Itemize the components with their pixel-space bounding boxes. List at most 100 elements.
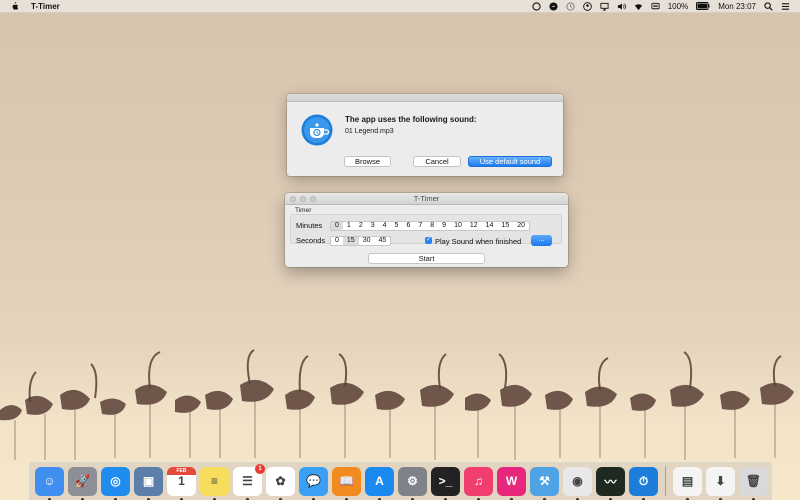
minutes-option-15[interactable]: 15: [497, 222, 513, 230]
minutes-option-14[interactable]: 14: [482, 222, 498, 230]
user-icon[interactable]: [582, 1, 592, 11]
notes-glyph: ≡: [210, 474, 218, 488]
teapot-timer-icon: [301, 114, 333, 146]
app-store-glyph: A: [375, 474, 384, 488]
start-button[interactable]: Start: [368, 253, 485, 264]
creative-cloud-icon[interactable]: [532, 1, 541, 11]
app-menu-name[interactable]: T-Timer: [31, 0, 60, 13]
use-default-sound-button[interactable]: Use default sound: [468, 156, 552, 167]
documents-stack-icon[interactable]: ▤: [673, 466, 702, 500]
window-titlebar[interactable]: T-Timer: [285, 193, 568, 205]
play-sound-label: Play Sound when finished: [435, 237, 522, 246]
choose-sound-button[interactable]: ...: [531, 235, 552, 246]
reminders-icon[interactable]: ☰ 1: [233, 463, 265, 500]
itunes-icon[interactable]: ♫: [464, 466, 493, 500]
photos-icon[interactable]: ✿: [266, 466, 295, 500]
play-sound-checkbox[interactable]: ✓: [425, 237, 432, 244]
window-controls: [290, 196, 316, 202]
calendar-glyph: 1: [178, 474, 185, 488]
zoom-icon[interactable]: [310, 196, 316, 202]
trash-icon[interactable]: 🗑: [739, 466, 768, 500]
status-area: 100% Mon 23:07: [532, 0, 790, 13]
menu-clock[interactable]: Mon 23:07: [718, 0, 756, 13]
minutes-option-5[interactable]: 5: [391, 222, 403, 230]
seconds-option-0[interactable]: 0: [331, 237, 343, 245]
notes-icon[interactable]: ≡: [200, 466, 229, 500]
window-title: T-Timer: [413, 194, 440, 203]
control-menu-icon[interactable]: [781, 2, 790, 11]
wifi-icon[interactable]: [634, 2, 643, 11]
t-timer-window: T-Timer Timer Minutes 0 1 2 3 4 5 6 7 8 9 10 12 14 15…: [285, 193, 568, 267]
chrome-glyph: ◉: [572, 474, 583, 488]
t-timer-icon[interactable]: ⏱: [629, 466, 658, 500]
launchpad-icon[interactable]: 🚀: [68, 466, 97, 500]
browse-button[interactable]: Browse: [344, 156, 391, 167]
minutes-option-4[interactable]: 4: [379, 222, 391, 230]
minutes-option-12[interactable]: 12: [466, 222, 482, 230]
minutes-option-9[interactable]: 9: [438, 222, 450, 230]
finder-glyph: ☺: [43, 474, 56, 488]
minutes-segmented-control[interactable]: 0 1 2 3 4 5 6 7 8 9 10 12 14 15 20: [330, 221, 531, 231]
dock: ☺ 🚀 ◎ ▣ 1 FEB ≡ ☰ 1 ✿ 💬 📖 A ⚙ >_ ♫ W ⚒ ◉ 〰 ⏱ ▤ ⬇ 🗑: [28, 461, 773, 500]
display-icon[interactable]: [651, 2, 660, 11]
seconds-option-30[interactable]: 30: [359, 237, 375, 245]
ibooks-glyph: 📖: [339, 474, 354, 488]
minutes-option-0[interactable]: 0: [331, 222, 343, 230]
volume-icon[interactable]: [617, 2, 626, 11]
xcode-icon[interactable]: ⚒: [530, 466, 559, 500]
minutes-option-10[interactable]: 10: [450, 222, 466, 230]
dock-separator: [665, 466, 666, 496]
search-icon[interactable]: [764, 1, 773, 11]
wunderbucket-glyph: W: [505, 474, 518, 488]
seconds-segmented-control[interactable]: 0 15 30 45: [330, 236, 392, 246]
dialog-title: The app uses the following sound:: [345, 115, 477, 124]
trash-glyph: 🗑: [745, 474, 762, 488]
safari-glyph: ◎: [110, 474, 121, 488]
messenger-icon[interactable]: [549, 1, 558, 11]
minutes-option-3[interactable]: 3: [367, 222, 379, 230]
itunes-glyph: ♫: [474, 474, 483, 488]
chrome-icon[interactable]: ◉: [563, 466, 592, 500]
t-timer-glyph: ⏱: [638, 473, 649, 488]
battery-percent: 100%: [667, 1, 689, 11]
terminal-icon[interactable]: >_: [431, 466, 460, 500]
safari-icon[interactable]: ◎: [101, 466, 130, 500]
menu-bar: T-Timer 100% Mon 23:07: [0, 0, 800, 13]
system-preferences-glyph: ⚙: [407, 474, 418, 488]
system-preferences-icon[interactable]: ⚙: [398, 466, 427, 500]
calendar-icon[interactable]: 1 FEB: [167, 466, 196, 500]
notification-badge: 1: [255, 463, 265, 474]
calendar-month-label: FEB: [167, 466, 196, 475]
dialog-top-bar: [287, 94, 563, 102]
messages-icon[interactable]: 💬: [299, 466, 328, 500]
activity-monitor-icon[interactable]: 〰: [596, 466, 625, 500]
time-machine-icon[interactable]: [566, 1, 575, 11]
minutes-option-2[interactable]: 2: [355, 222, 367, 230]
terminal-glyph: >_: [438, 474, 453, 488]
seconds-option-45[interactable]: 45: [375, 237, 391, 245]
finder-icon[interactable]: ☺: [35, 466, 64, 500]
preview-icon[interactable]: ▣: [134, 466, 163, 500]
minutes-option-6[interactable]: 6: [402, 222, 414, 230]
minutes-option-20[interactable]: 20: [513, 222, 529, 230]
timer-group-label: Timer: [295, 207, 312, 214]
sound-dialog: The app uses the following sound: 01 Leg…: [287, 94, 563, 176]
cancel-button[interactable]: Cancel: [413, 156, 461, 167]
desktop: T-Timer 100% Mon 23:07 The app uses the …: [0, 0, 800, 500]
seconds-option-15[interactable]: 15: [342, 237, 359, 245]
minutes-option-7[interactable]: 7: [414, 222, 426, 230]
apple-icon[interactable]: [10, 1, 19, 11]
airplay-icon[interactable]: [600, 2, 609, 11]
photos-glyph: ✿: [275, 474, 286, 488]
minutes-option-8[interactable]: 8: [426, 222, 438, 230]
downloads-stack-icon[interactable]: ⬇: [706, 466, 735, 500]
battery-icon[interactable]: [696, 2, 710, 10]
close-icon[interactable]: [290, 196, 296, 202]
minimize-icon[interactable]: [300, 196, 306, 202]
minutes-option-1[interactable]: 1: [343, 222, 355, 230]
downloads-stack-glyph: ⬇: [715, 474, 726, 488]
app-store-icon[interactable]: A: [365, 466, 394, 500]
wunderbucket-icon[interactable]: W: [497, 466, 526, 500]
ibooks-icon[interactable]: 📖: [332, 466, 361, 500]
preview-glyph: ▣: [142, 474, 155, 488]
